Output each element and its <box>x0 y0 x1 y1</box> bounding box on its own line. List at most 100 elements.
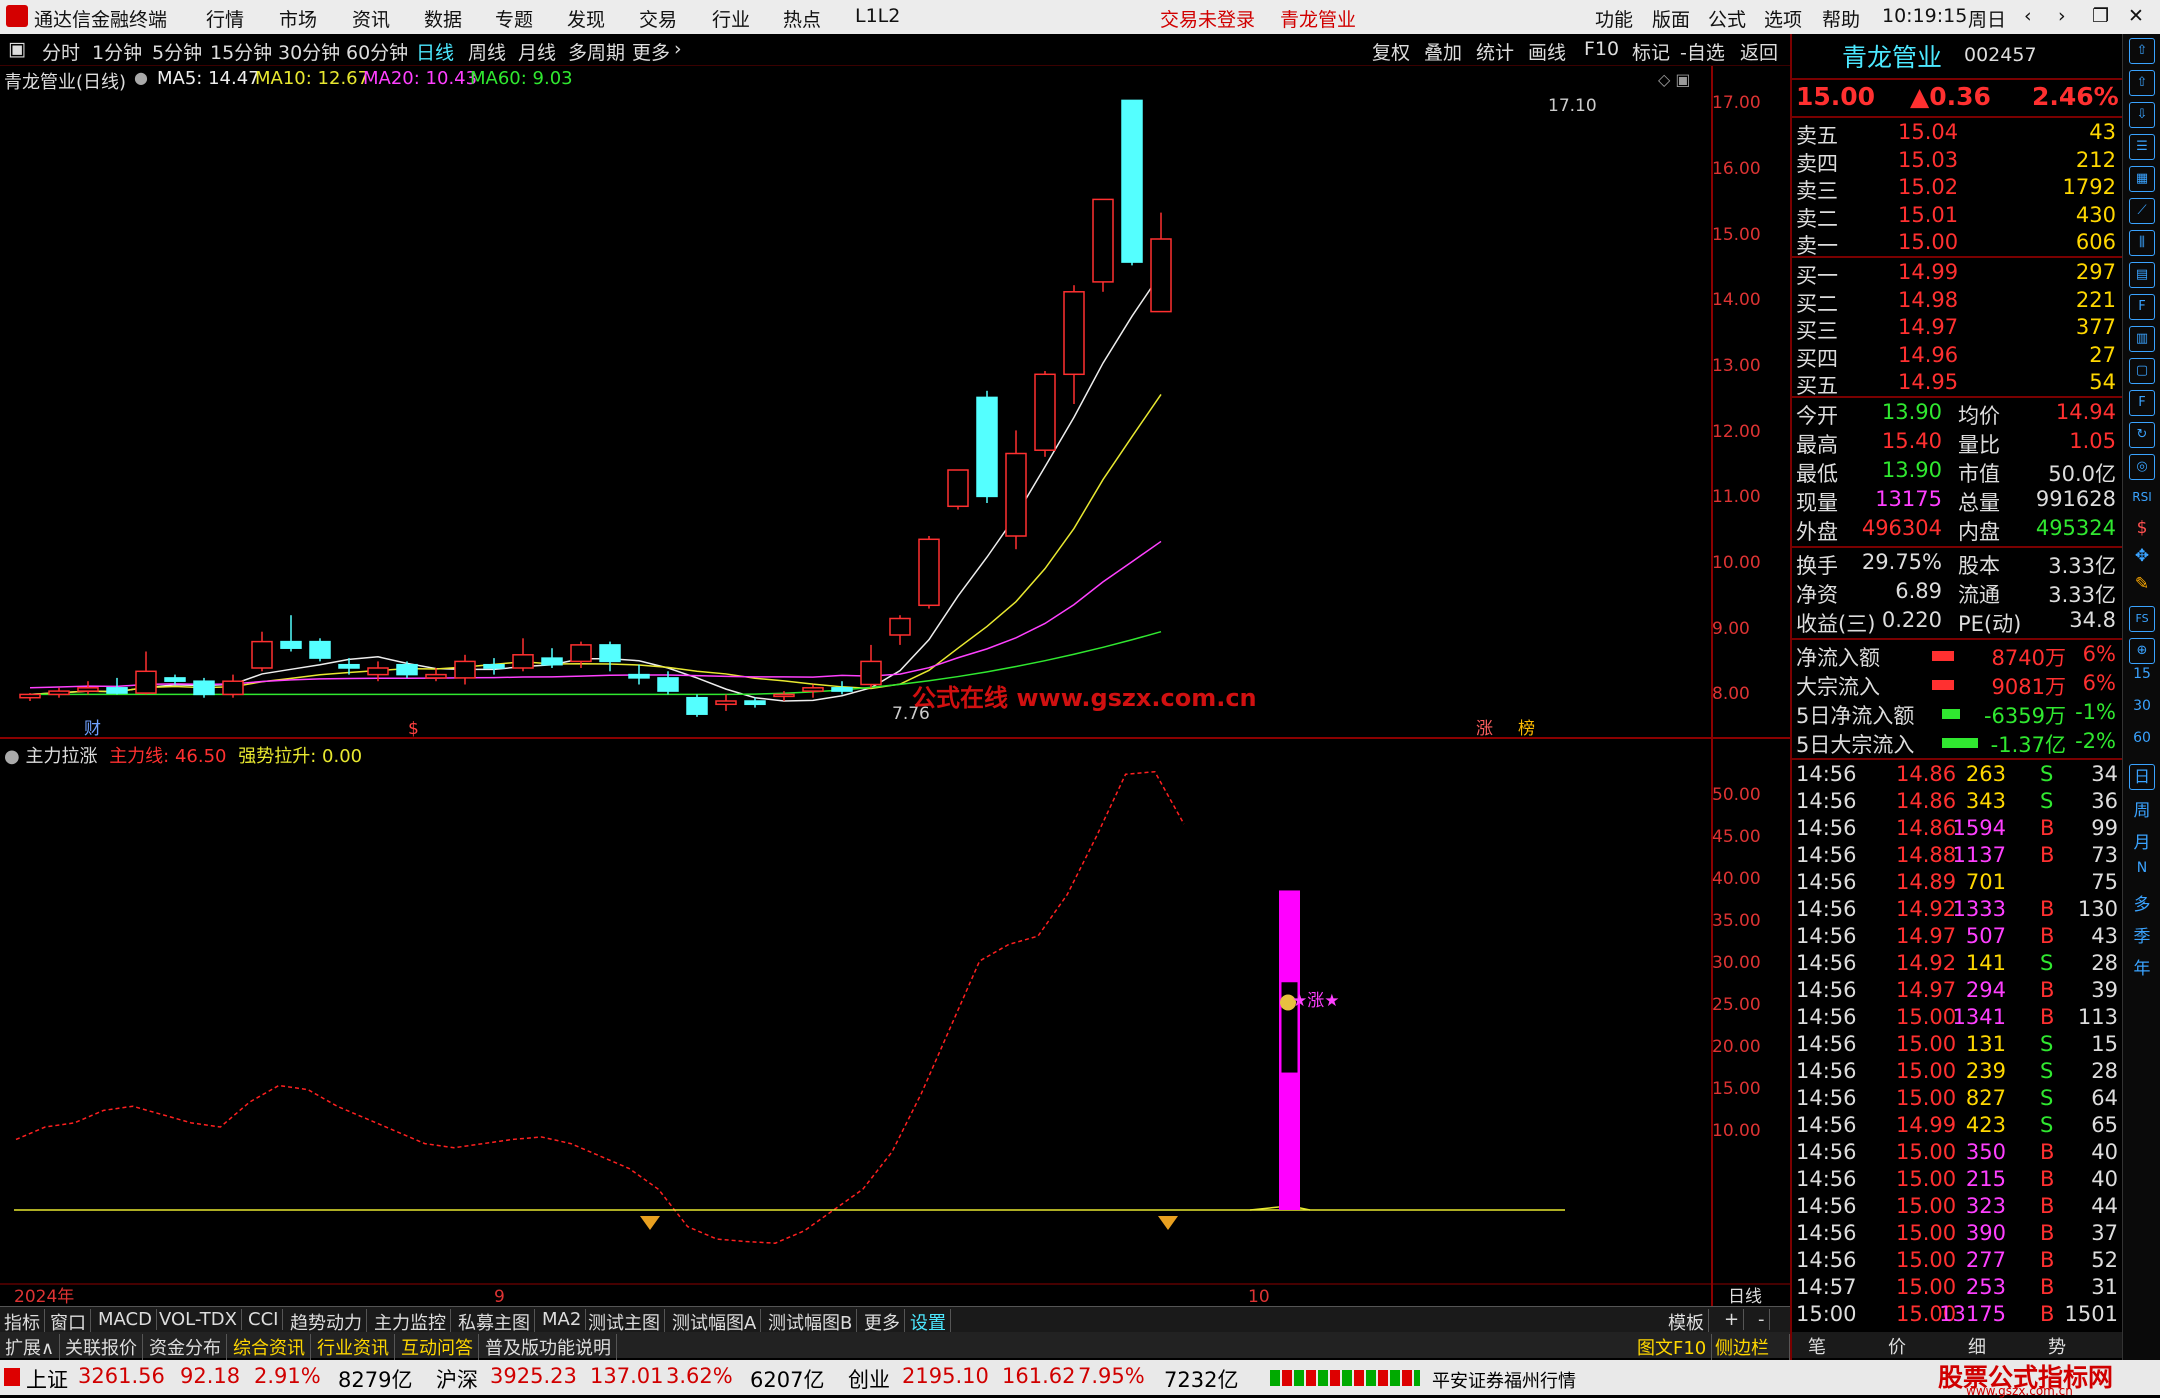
trade-status[interactable]: 交易未登录 <box>1160 5 1255 32</box>
candle-body[interactable] <box>1063 291 1085 376</box>
rsi-icon[interactable]: RSI <box>2129 490 2155 504</box>
tick-row[interactable]: 14:56 14.86 1594 B 99 <box>1792 816 2122 844</box>
kline-icon[interactable]: ⫼ <box>2129 230 2155 256</box>
dollar-icon[interactable]: $ <box>2129 518 2155 538</box>
period-week[interactable]: 周 <box>2129 796 2155 821</box>
period-day[interactable]: 日 <box>2129 764 2155 790</box>
indicator-toggle-icon[interactable]: ● <box>4 746 20 767</box>
ask-row[interactable]: 卖一 15.00 606 <box>1792 230 2122 258</box>
bid-row[interactable]: 买二 14.98 221 <box>1792 288 2122 316</box>
tick-row[interactable]: 14:56 14.89 701 75 <box>1792 870 2122 898</box>
candle-body[interactable] <box>338 663 360 669</box>
panel-tab-shi[interactable]: 势 <box>2048 1333 2066 1359</box>
ext-hangye[interactable]: 行业资讯 <box>312 1334 395 1360</box>
list-icon[interactable]: ☰ <box>2129 134 2155 160</box>
candle-body[interactable] <box>744 700 766 706</box>
candle-body[interactable] <box>222 680 244 696</box>
tab-vol-tdx[interactable]: VOL-TDX <box>155 1309 242 1330</box>
stat-row[interactable]: 外盘 496304 内盘 495324 <box>1792 516 2122 544</box>
menu-hangqing[interactable]: 行情 <box>206 5 244 32</box>
idx2-name[interactable]: 沪深 <box>436 1364 478 1394</box>
candle-body[interactable] <box>599 644 621 663</box>
kline-chart[interactable]: 17.10 7.76 公式在线 www.gszx.com.cn 财 $ 涨 榜 … <box>0 66 1790 1306</box>
tick-row[interactable]: 14:56 15.00 131 S 15 <box>1792 1032 2122 1060</box>
target-icon[interactable]: ◎ <box>2129 454 2155 480</box>
menu-bangzhu[interactable]: 帮助 <box>1822 5 1860 32</box>
stat-row[interactable]: 现量 13175 总量 991628 <box>1792 487 2122 515</box>
tick-row[interactable]: 14:56 14.86 343 S 36 <box>1792 789 2122 817</box>
marker-zhang[interactable]: 涨 <box>1476 719 1493 739</box>
candle-body[interactable] <box>251 640 273 669</box>
tick-row[interactable]: 14:56 14.92 141 S 28 <box>1792 951 2122 979</box>
candle-body[interactable] <box>1034 373 1056 451</box>
menu-hangye[interactable]: 行业 <box>712 5 750 32</box>
candle-body[interactable] <box>918 538 940 607</box>
period-monthly[interactable]: 月线 <box>518 38 556 65</box>
candle-body[interactable] <box>396 663 418 676</box>
ext-zijin[interactable]: 资金分布 <box>144 1334 227 1360</box>
tick-row[interactable]: 14:56 15.00 350 B 40 <box>1792 1140 2122 1168</box>
period-weekly[interactable]: 周线 <box>468 38 506 65</box>
ask-row[interactable]: 卖五 15.04 43 <box>1792 120 2122 148</box>
chart-options-icon[interactable]: ◇ ▣ <box>1658 70 1691 89</box>
bid-row[interactable]: 买四 14.96 27 <box>1792 343 2122 371</box>
period-60[interactable]: 60 <box>2129 730 2155 746</box>
ext-puji[interactable]: 普及版功能说明 <box>480 1334 617 1360</box>
candle-body[interactable] <box>541 657 563 666</box>
candle-body[interactable] <box>77 687 99 692</box>
bid-row[interactable]: 买一 14.99 297 <box>1792 260 2122 288</box>
period-daily[interactable]: 日线 <box>416 38 454 65</box>
candle-body[interactable] <box>628 673 650 679</box>
menu-banmian[interactable]: 版面 <box>1652 5 1690 32</box>
period-30min[interactable]: 30分钟 <box>278 38 340 65</box>
period-1min[interactable]: 1分钟 <box>92 38 142 65</box>
menu-xuanxiang[interactable]: 选项 <box>1764 5 1802 32</box>
stat2-row[interactable]: 换手 29.75% 股本 3.33亿 <box>1792 550 2122 578</box>
candle-body[interactable] <box>512 654 534 669</box>
menu-faxian[interactable]: 发现 <box>567 5 605 32</box>
panel-tab-bi[interactable]: 笔 <box>1808 1333 1826 1359</box>
period-fenshi[interactable]: 分时 <box>42 38 80 65</box>
menu-gongshi[interactable]: 公式 <box>1708 5 1746 32</box>
fs-icon[interactable]: FS <box>2129 606 2155 632</box>
ext-guanlian[interactable]: 关联报价 <box>60 1334 143 1360</box>
marker-dollar[interactable]: $ <box>408 719 419 739</box>
panel-toggle-icon[interactable]: ▣ <box>8 38 26 60</box>
candle-body[interactable] <box>309 640 331 659</box>
candle-body[interactable] <box>860 660 882 686</box>
period-month[interactable]: 月 <box>2129 828 2155 853</box>
candle-body[interactable] <box>1005 452 1027 537</box>
candle-body[interactable] <box>48 690 70 696</box>
tick-row[interactable]: 14:56 14.92 1333 B 130 <box>1792 897 2122 925</box>
period-30[interactable]: 30 <box>2129 698 2155 714</box>
period-year[interactable]: 年 <box>2129 954 2155 979</box>
tick-row[interactable]: 14:56 15.00 215 B 40 <box>1792 1167 2122 1195</box>
tool-diejia[interactable]: 叠加 <box>1424 38 1462 65</box>
tick-row[interactable]: 14:56 14.97 294 B 39 <box>1792 978 2122 1006</box>
stat-row[interactable]: 最低 13.90 市值 50.0亿 <box>1792 458 2122 486</box>
menu-shichang[interactable]: 市场 <box>279 5 317 32</box>
menu-jiaoyi[interactable]: 交易 <box>639 5 677 32</box>
f12-icon[interactable]: F <box>2129 390 2155 416</box>
tool-huaxian[interactable]: 画线 <box>1528 38 1566 65</box>
tick-row[interactable]: 14:56 14.86 263 S 34 <box>1792 762 2122 790</box>
candle-body[interactable] <box>425 673 447 679</box>
marker-cai[interactable]: 财 <box>84 719 101 739</box>
tick-row[interactable]: 14:56 14.99 423 S 65 <box>1792 1113 2122 1141</box>
move-icon[interactable]: ✥ <box>2129 546 2155 566</box>
ext-expand[interactable]: 扩展∧ <box>0 1334 61 1360</box>
candle-body[interactable] <box>483 663 505 669</box>
more-chevron-icon[interactable]: › <box>674 38 682 60</box>
menu-shuju[interactable]: 数据 <box>424 5 462 32</box>
pen-icon[interactable]: ✎ <box>2129 574 2155 594</box>
candle-body[interactable] <box>135 670 157 694</box>
candle-body[interactable] <box>280 640 302 649</box>
tool-fanhui[interactable]: 返回 <box>1740 38 1778 65</box>
forward-icon[interactable]: › <box>2058 5 2066 27</box>
candle-body[interactable] <box>976 396 998 498</box>
ask-row[interactable]: 卖二 15.01 430 <box>1792 203 2122 231</box>
stat-row[interactable]: 最高 15.40 量比 1.05 <box>1792 429 2122 457</box>
tick-row[interactable]: 14:56 15.00 277 B 52 <box>1792 1248 2122 1276</box>
stat2-row[interactable]: 净资 6.89 流通 3.33亿 <box>1792 579 2122 607</box>
candle-body[interactable] <box>1092 198 1114 283</box>
